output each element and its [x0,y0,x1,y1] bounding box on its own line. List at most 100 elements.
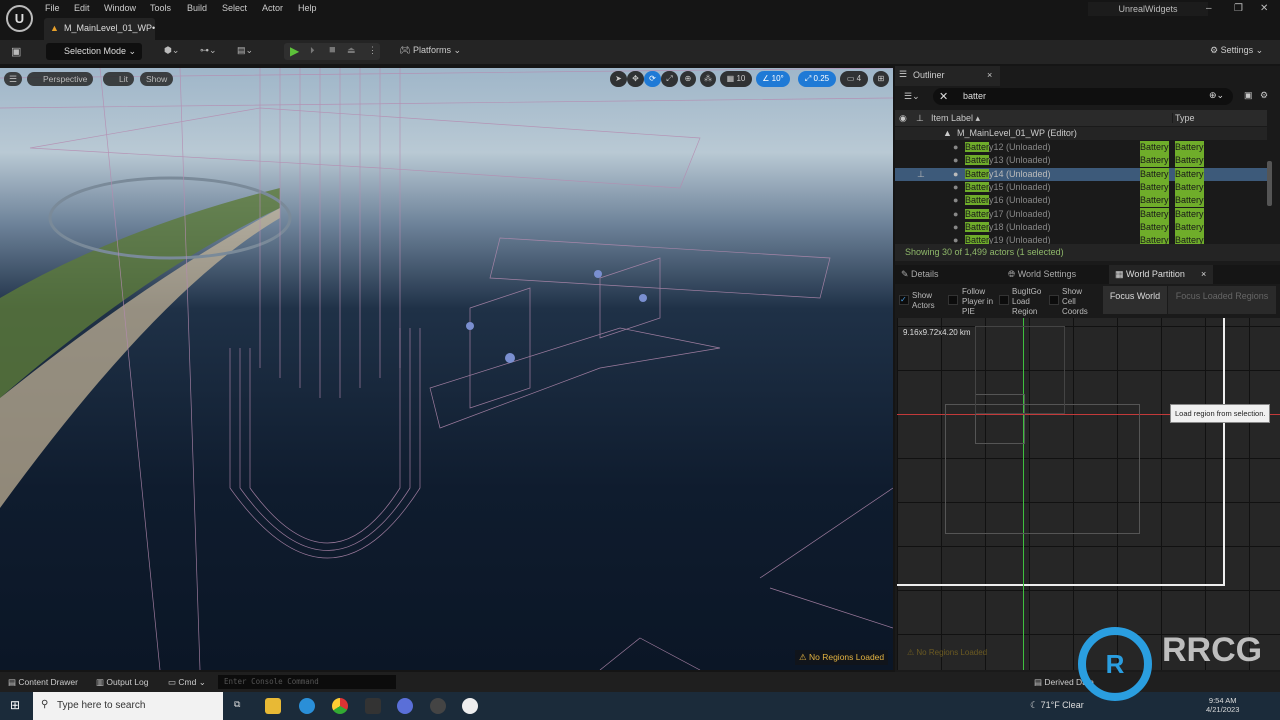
menu-select[interactable]: Select [222,3,247,13]
platforms-label: Platforms [412,45,451,55]
cinematics-icon[interactable]: ▤⌄ [237,45,253,56]
outliner-row[interactable]: ⊥ ● Battery14 (Unloaded) Battery Battery [895,167,1267,181]
weather-widget[interactable]: ☾ 71°F Clear [1030,700,1084,711]
content-drawer-button[interactable]: ▤ Content Drawer [8,677,78,688]
clock[interactable]: 9:54 AM 4/21/2023 [1206,696,1239,714]
outliner-row[interactable]: ● Battery13 (Unloaded) Battery Battery [895,154,1267,168]
recorder-icon[interactable] [430,698,446,714]
menu-help[interactable]: Help [298,3,317,13]
camera-speed-button[interactable]: ▭ 4 [840,71,868,87]
panel-tabs: ✎ Details 🌐︎ World Settings ▦ World Part… [895,265,1280,284]
lit-button[interactable]: Lit [103,72,134,86]
new-folder-icon[interactable]: ▣ [1244,90,1253,101]
perspective-button[interactable]: Perspective [27,72,94,86]
tab-world-settings-label: World Settings [1017,269,1077,279]
scale-tool-icon[interactable]: ⤢ [661,71,678,87]
settings-dropdown[interactable]: ⚙ Settings ⌄ [1210,45,1263,56]
edge-icon[interactable] [299,698,315,714]
restore-icon[interactable]: ❐ [1234,3,1243,14]
outliner-close-icon[interactable]: × [987,70,992,80]
outliner-tab[interactable]: ☰ Outliner × [895,66,1000,86]
tab-close-icon[interactable]: × [1201,265,1206,284]
level-row[interactable]: ▲ M_MainLevel_01_WP (Editor) [895,127,1267,140]
select-tool-icon[interactable]: ➤ [610,71,627,87]
row-label-match: Batter [965,208,990,219]
column-item-label[interactable]: Item Label ▴ [931,113,980,124]
world-partition-minimap[interactable]: 9.16x9.72x4.20 km ⚠ No Regions Loaded [897,318,1280,670]
grid-snap-button[interactable]: ▦ 10 [720,71,752,87]
outliner-search-input[interactable]: ✕ batter ⊕⌄ [933,88,1233,105]
pin-icon[interactable]: ⊥ [917,168,925,181]
output-log-button[interactable]: ▥ Output Log [96,677,148,688]
menu-edit[interactable]: Edit [74,3,90,13]
epic-games-icon[interactable] [365,698,381,714]
show-cell-coords-checkbox[interactable] [1049,295,1059,305]
play-icon[interactable]: ▶ [290,44,299,58]
row-label-rest: y13 (Unloaded) [989,155,1051,166]
platforms-dropdown[interactable]: 🎮︎ Platforms ⌄ [399,45,461,56]
tab-world-partition[interactable]: ▦ World Partition × [1109,265,1213,284]
translate-tool-icon[interactable]: ✥ [627,71,644,87]
close-icon[interactable]: ✕ [1260,3,1268,14]
chrome-icon[interactable] [332,698,348,714]
advance-frame-icon[interactable]: ⏵ [310,45,315,56]
outliner-status: Showing 30 of 1,499 actors (1 selected) [895,244,1280,261]
file-explorer-icon[interactable] [265,698,281,714]
cmd-dropdown[interactable]: ▭ Cmd ⌄ [168,677,206,688]
row-type: Battery [1140,141,1169,154]
rotate-tool-icon[interactable]: ⟳ [644,71,661,87]
more-options-icon[interactable]: ⋮ [368,45,377,56]
eject-icon[interactable]: ⏏ [347,45,356,56]
visibility-icon[interactable]: ◉ [899,113,907,124]
clear-search-icon[interactable]: ✕ [939,90,948,103]
save-icon[interactable]: ▣ [11,45,21,58]
focus-loaded-regions-button[interactable]: Focus Loaded Regions [1168,286,1276,314]
outliner-row[interactable]: ● Battery12 (Unloaded) Battery Battery [895,141,1267,154]
world-size-label: 9.16x9.72x4.20 km [903,328,971,337]
selection-mode-dropdown[interactable]: Selection Mode ⌄ [46,43,142,60]
filter-icon[interactable]: ☰⌄ [904,91,920,102]
viewport-menu-icon[interactable]: ☰ [4,72,22,86]
level-tab-label: M_MainLevel_01_WP• [64,23,156,33]
column-type[interactable]: Type [1172,113,1195,123]
world-local-icon[interactable]: ⊕ [680,71,696,87]
outliner-row[interactable]: ● Battery17 (Unloaded) Battery Battery [895,207,1267,221]
search-value: batter [963,91,987,101]
focus-world-button[interactable]: Focus World [1103,286,1167,314]
app-icon[interactable] [397,698,413,714]
unreal-taskbar-icon[interactable] [462,698,478,714]
surface-snap-icon[interactable]: ⁂ [700,71,716,87]
taskbar-search-input[interactable]: ⚲ Type here to search [33,692,223,720]
add-actor-icon[interactable]: ⬢⌄ [164,45,179,56]
show-actors-checkbox[interactable]: ✓ [899,295,909,305]
show-button[interactable]: Show [140,72,174,86]
tab-world-settings[interactable]: 🌐︎ World Settings [1008,265,1076,284]
outliner-settings-icon[interactable]: ⚙ [1260,90,1268,101]
console-input[interactable]: Enter Console Command [218,675,396,689]
outliner-scrollbar[interactable] [1267,161,1272,206]
outliner-row[interactable]: ● Battery16 (Unloaded) Battery Battery [895,194,1267,208]
outliner-row[interactable]: ● Battery18 (Unloaded) Battery Battery [895,220,1267,234]
pin-icon[interactable]: ⊥ [916,113,924,124]
menu-file[interactable]: File [45,3,60,13]
minimize-icon[interactable]: – [1206,3,1212,14]
follow-player-checkbox[interactable] [948,295,958,305]
menu-build[interactable]: Build [187,3,207,13]
outliner-row[interactable]: ● Battery15 (Unloaded) Battery Battery [895,180,1267,194]
menu-tools[interactable]: Tools [150,3,171,13]
add-filter-icon[interactable]: ⊕⌄ [1209,90,1224,101]
unreal-logo-icon[interactable]: U [6,5,33,32]
menu-window[interactable]: Window [104,3,136,13]
scale-snap-button[interactable]: ⤢ 0.25 [798,71,836,87]
layout-icon[interactable]: ⊞ [873,71,889,87]
tab-details[interactable]: ✎ Details [901,265,939,284]
windows-start-icon[interactable]: ⊞ [10,698,20,712]
rotation-snap-button[interactable]: ∠ 10° [756,71,790,87]
task-view-icon[interactable]: ⧉ [234,699,240,710]
level-tab[interactable]: ▲ M_MainLevel_01_WP• [44,18,155,40]
blueprint-icon[interactable]: ⊶⌄ [200,45,217,56]
level-viewport[interactable]: ☰ Perspective Lit Show ➤ ✥ ⟳ ⤢ ⊕ ⁂ ▦ 10 … [0,68,893,670]
bugitgo-checkbox[interactable] [999,295,1009,305]
stop-icon[interactable]: ■ [329,44,336,56]
menu-actor[interactable]: Actor [262,3,283,13]
